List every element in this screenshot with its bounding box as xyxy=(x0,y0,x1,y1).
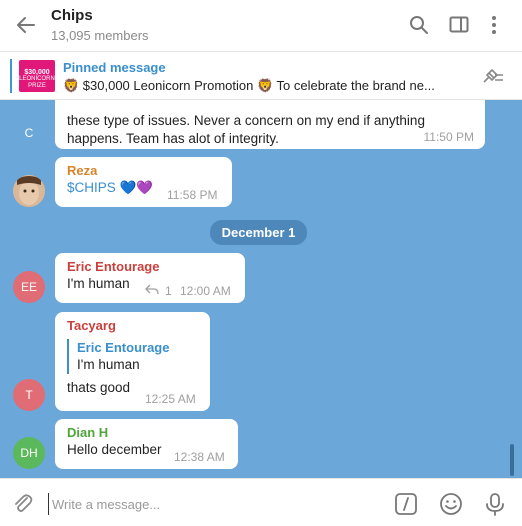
unpin-icon[interactable] xyxy=(478,65,506,89)
compose-bar xyxy=(0,478,522,526)
message-bubble[interactable]: Tacyarg Eric Entourage I'm human thats g… xyxy=(55,312,210,411)
sender-name[interactable]: Tacyarg xyxy=(67,317,198,334)
pinned-accent-bar xyxy=(10,59,12,93)
avatar[interactable]: T xyxy=(13,379,45,411)
message-time: 12:00 AM xyxy=(180,284,231,298)
message-bubble[interactable]: Eric Entourage I'm human 1 12:00 AM xyxy=(55,253,245,303)
pinned-thumb-amount: $30,000 xyxy=(24,69,50,76)
emoji-icon[interactable] xyxy=(437,490,465,518)
pinned-thumbnail: $30,000 LEONICORN PRIZE xyxy=(19,60,55,92)
avatar-initials: T xyxy=(25,388,33,402)
avatar[interactable]: C xyxy=(13,117,45,149)
date-separator: December 1 xyxy=(210,220,307,245)
search-icon[interactable] xyxy=(406,12,432,38)
sender-name[interactable]: Dian H xyxy=(67,424,226,441)
message-time: 11:58 PM xyxy=(167,188,218,202)
message-bubble[interactable]: these type of issues. Never a concern on… xyxy=(55,100,485,149)
avatar[interactable]: EE xyxy=(13,271,45,303)
message-time: 11:50 PM xyxy=(423,130,474,144)
message-bubble[interactable]: Dian H Hello december 12:38 AM xyxy=(55,419,238,469)
more-menu-icon[interactable] xyxy=(481,12,507,38)
sidebar-toggle-icon[interactable] xyxy=(446,12,472,38)
avatar[interactable]: DH xyxy=(13,437,45,469)
sender-name[interactable]: Reza xyxy=(67,162,220,179)
pinned-message-bar[interactable]: $30,000 LEONICORN PRIZE Pinned message 🦁… xyxy=(0,52,522,100)
reply-icon[interactable] xyxy=(145,284,159,295)
quoted-text: I'm human xyxy=(77,357,140,372)
quoted-message[interactable]: Eric Entourage I'm human xyxy=(67,339,198,374)
microphone-icon[interactable] xyxy=(481,490,509,518)
message-bubble[interactable]: Reza $CHIPS 💙💜 11:58 PM xyxy=(55,157,232,207)
message-text-line: these type of issues. Never a concern on… xyxy=(67,113,425,128)
reply-count[interactable]: 1 xyxy=(165,284,172,298)
avatar-initials: DH xyxy=(20,446,38,460)
attach-icon[interactable] xyxy=(9,490,37,518)
member-count: 13,095 members xyxy=(51,28,149,43)
message-input[interactable] xyxy=(48,493,368,515)
bot-commands-icon[interactable] xyxy=(392,490,420,518)
message-list[interactable]: C these type of issues. Never a concern … xyxy=(0,100,522,478)
chat-title[interactable]: Chips xyxy=(51,7,93,24)
avatar[interactable] xyxy=(13,175,45,207)
message-time: 12:38 AM xyxy=(174,450,225,464)
chat-header: Chips 13,095 members xyxy=(0,0,522,52)
user-photo-icon xyxy=(13,175,45,207)
message-text-line: happens. Team has alot of integrity. xyxy=(67,131,279,146)
pinned-thumb-sub: LEONICORN PRIZE xyxy=(19,76,55,89)
pinned-text: 🦁 $30,000 Leonicorn Promotion 🦁 To celeb… xyxy=(63,78,435,93)
avatar-initials: C xyxy=(24,126,34,140)
quoted-sender-name: Eric Entourage xyxy=(77,340,170,355)
back-arrow-icon[interactable] xyxy=(12,11,40,39)
scrollbar[interactable] xyxy=(510,444,514,476)
message-time: 12:25 AM xyxy=(145,392,196,406)
pinned-title: Pinned message xyxy=(63,60,166,75)
sender-name[interactable]: Eric Entourage xyxy=(67,258,233,275)
avatar-initials: EE xyxy=(20,280,37,294)
